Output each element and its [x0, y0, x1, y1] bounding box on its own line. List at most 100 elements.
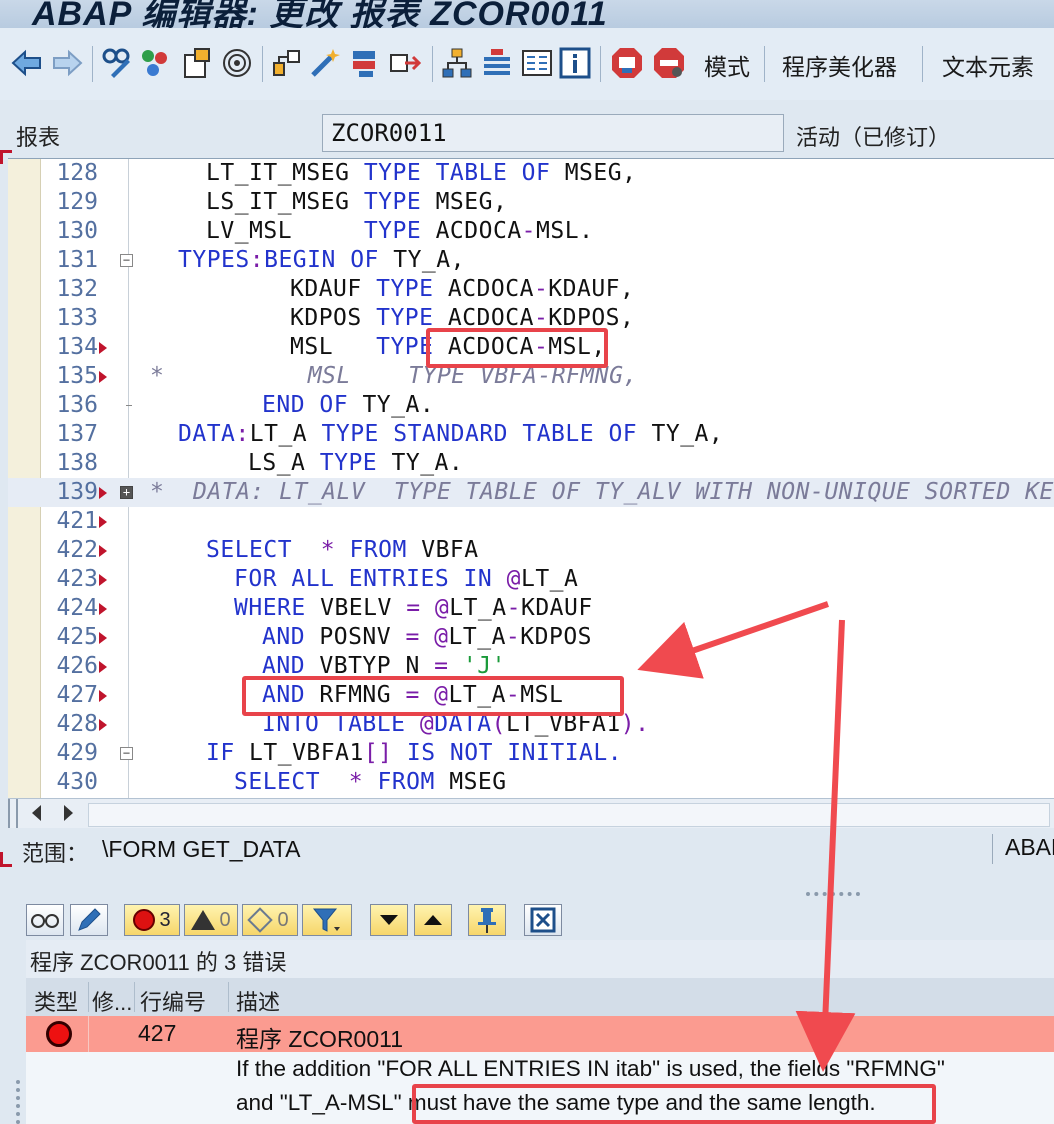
- line-number[interactable]: 422: [42, 537, 98, 563]
- column-type[interactable]: 类型: [34, 985, 78, 1017]
- code-text[interactable]: SELECT * FROM MSEG: [234, 769, 507, 795]
- code-line[interactable]: 130 LV_MSL TYPE ACDOCA-MSL.: [8, 217, 1054, 246]
- where-used-icon[interactable]: [220, 46, 254, 80]
- code-text[interactable]: LV_MSL TYPE ACDOCA-MSL.: [206, 218, 593, 244]
- code-line[interactable]: 139 + * DATA: LT_ALV TYPE TABLE OF TY_ALV …: [8, 478, 1054, 507]
- line-number[interactable]: 426: [42, 653, 98, 679]
- line-number[interactable]: 133: [42, 305, 98, 331]
- mode-button[interactable]: 模式: [704, 48, 750, 82]
- report-name-field[interactable]: ZCOR0011: [322, 114, 784, 152]
- code-line[interactable]: 131 − TYPES:BEGIN OF TY_A,: [8, 246, 1054, 275]
- warning-filter-button[interactable]: 0: [184, 904, 238, 936]
- stack-icon[interactable]: [348, 46, 382, 80]
- code-text[interactable]: * DATA: LT_ALV TYPE TABLE OF TY_ALV WITH…: [150, 479, 1054, 505]
- code-token: -: [521, 218, 537, 244]
- text-elements-button[interactable]: 文本元素: [942, 48, 1034, 82]
- line-number[interactable]: 129: [42, 189, 98, 215]
- glasses-icon[interactable]: [26, 904, 64, 936]
- error-filter-button[interactable]: 3: [124, 904, 180, 936]
- back-icon[interactable]: [10, 46, 44, 80]
- scroll-left-icon[interactable]: [32, 805, 41, 821]
- code-text[interactable]: SELECT * FROM VBFA: [206, 537, 479, 563]
- collapse-icon[interactable]: −: [120, 747, 133, 760]
- pattern-icon[interactable]: [480, 46, 514, 80]
- code-line[interactable]: 425 AND POSNV = @LT_A-KDPOS: [8, 623, 1054, 652]
- line-number[interactable]: 131: [42, 247, 98, 273]
- error-program[interactable]: 程序 ZCOR0011: [236, 1020, 403, 1054]
- toggle-display-change-icon[interactable]: [100, 46, 134, 80]
- code-line[interactable]: 137 DATA:LT_A TYPE STANDARD TABLE OF TY_A…: [8, 420, 1054, 449]
- enhancement-icon[interactable]: [308, 46, 342, 80]
- code-text[interactable]: FOR ALL ENTRIES IN @LT_A: [234, 566, 578, 592]
- error-line-number[interactable]: 427: [138, 1020, 176, 1047]
- code-text[interactable]: LT_IT_MSEG TYPE TABLE OF MSEG,: [206, 160, 636, 186]
- move-up-icon[interactable]: [414, 904, 452, 936]
- code-text[interactable]: IF LT_VBFA1[] IS NOT INITIAL.: [206, 740, 622, 766]
- editor-horizontal-scrollbar[interactable]: [8, 798, 1054, 829]
- code-text[interactable]: END OF TY_A.: [262, 392, 434, 418]
- line-number[interactable]: 128: [42, 160, 98, 186]
- move-down-icon[interactable]: [370, 904, 408, 936]
- code-line[interactable]: 422 SELECT * FROM VBFA: [8, 536, 1054, 565]
- pretty-printer-button[interactable]: 程序美化器: [782, 48, 897, 82]
- filter-dropdown-icon[interactable]: [302, 904, 352, 936]
- line-number[interactable]: 421: [42, 508, 98, 534]
- code-line[interactable]: 128 LT_IT_MSEG TYPE TABLE OF MSEG,: [8, 159, 1054, 188]
- code-text[interactable]: WHERE VBELV = @LT_A-KDAUF: [234, 595, 593, 621]
- error-row[interactable]: 427 程序 ZCOR0011: [26, 1016, 1054, 1052]
- line-number[interactable]: 139: [42, 479, 98, 505]
- line-number[interactable]: 134: [42, 334, 98, 360]
- scope-value: \FORM GET_DATA: [102, 836, 301, 862]
- object-hierarchy-icon[interactable]: [440, 46, 474, 80]
- other-object-icon[interactable]: [180, 46, 214, 80]
- pin-icon[interactable]: [468, 904, 506, 936]
- code-text[interactable]: LS_IT_MSEG TYPE MSEG,: [206, 189, 507, 215]
- line-number[interactable]: 132: [42, 276, 98, 302]
- collapse-icon[interactable]: −: [120, 254, 133, 267]
- code-line[interactable]: 129 LS_IT_MSEG TYPE MSEG,: [8, 188, 1054, 217]
- activate-check-icon[interactable]: [138, 46, 172, 80]
- code-line[interactable]: 421: [8, 507, 1054, 536]
- pretty-print-icon[interactable]: [520, 46, 554, 80]
- line-number[interactable]: 425: [42, 624, 98, 650]
- external-breakpoint-icon[interactable]: [652, 46, 686, 80]
- code-token: TY_A.: [362, 392, 435, 418]
- line-number[interactable]: 130: [42, 218, 98, 244]
- close-panel-icon[interactable]: [524, 904, 562, 936]
- code-line[interactable]: 423 FOR ALL ENTRIES IN @LT_A: [8, 565, 1054, 594]
- code-line[interactable]: 136 END OF TY_A.: [8, 391, 1054, 420]
- code-line[interactable]: 429 − IF LT_VBFA1[] IS NOT INITIAL.: [8, 739, 1054, 768]
- line-number[interactable]: 430: [42, 769, 98, 795]
- code-line[interactable]: 424 WHERE VBELV = @LT_A-KDAUF: [8, 594, 1054, 623]
- info-icon[interactable]: [558, 46, 592, 80]
- code-text[interactable]: LS_A TYPE TY_A.: [248, 450, 463, 476]
- navigation-window-icon[interactable]: [388, 46, 422, 80]
- scroll-track[interactable]: [88, 803, 1050, 827]
- code-text[interactable]: DATA:LT_A TYPE STANDARD TABLE OF TY_A,: [178, 421, 723, 447]
- line-number[interactable]: 428: [42, 711, 98, 737]
- pencil-icon[interactable]: [70, 904, 108, 936]
- line-number[interactable]: 423: [42, 566, 98, 592]
- expand-icon[interactable]: +: [120, 486, 133, 499]
- column-description[interactable]: 描述: [236, 985, 280, 1017]
- column-line-number[interactable]: 行编号: [140, 985, 206, 1017]
- line-number[interactable]: 137: [42, 421, 98, 447]
- code-text[interactable]: AND POSNV = @LT_A-KDPOS: [262, 624, 592, 650]
- line-number[interactable]: 135: [42, 363, 98, 389]
- display-object-list-icon[interactable]: [270, 46, 304, 80]
- breakpoint-icon[interactable]: [610, 46, 644, 80]
- code-text[interactable]: KDAUF TYPE ACDOCA-KDAUF,: [290, 276, 634, 302]
- line-number[interactable]: 138: [42, 450, 98, 476]
- code-text[interactable]: TYPES:BEGIN OF TY_A,: [178, 247, 465, 273]
- forward-icon[interactable]: [50, 46, 84, 80]
- scroll-right-icon[interactable]: [64, 805, 73, 821]
- code-line[interactable]: 430 SELECT * FROM MSEG: [8, 768, 1054, 797]
- column-modified[interactable]: 修...: [92, 985, 132, 1017]
- line-number[interactable]: 427: [42, 682, 98, 708]
- code-line[interactable]: 132 KDAUF TYPE ACDOCA-KDAUF,: [8, 275, 1054, 304]
- line-number[interactable]: 429: [42, 740, 98, 766]
- line-number[interactable]: 424: [42, 595, 98, 621]
- code-line[interactable]: 138 LS_A TYPE TY_A.: [8, 449, 1054, 478]
- line-number[interactable]: 136: [42, 392, 98, 418]
- info-filter-button[interactable]: 0: [242, 904, 298, 936]
